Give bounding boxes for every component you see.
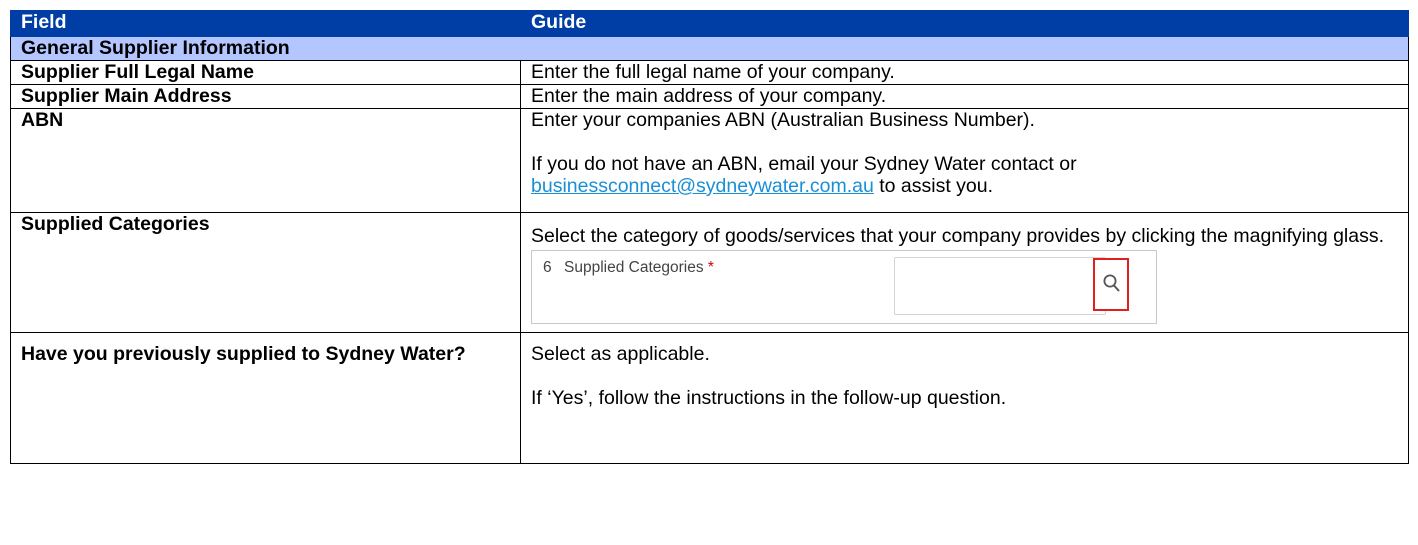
document-page: Field Guide General Supplier Information… [0,0,1418,545]
email-link[interactable]: businessconnect@sydneywater.com.au [531,175,874,197]
required-mark: * [707,259,714,276]
categories-guide-text: Select the category of goods/services th… [531,225,1385,247]
guide-legal-name: Enter the full legal name of your compan… [520,60,1409,85]
table-header-row: Field Guide [10,10,1409,37]
field-legal-name: Supplier Full Legal Name [10,60,521,85]
previous-guide-line1: Select as applicable. [531,343,710,365]
section-row: General Supplier Information [10,36,1409,61]
guide-main-address: Enter the main address of your company. [520,84,1409,109]
form-snippet: 6 Supplied Categories * [531,250,1157,324]
supplier-guide-table: Field Guide General Supplier Information… [10,10,1409,464]
question-number: 6 [543,259,552,276]
categories-input[interactable] [894,257,1129,315]
table-row: Supplier Full Legal Name Enter the full … [10,60,1409,85]
previous-guide-line2: If ‘Yes’, follow the instructions in the… [531,387,1007,409]
question-label: Supplied Categories * [564,259,714,276]
field-abn: ABN [10,108,521,213]
guide-supplied-categories: Select the category of goods/services th… [520,212,1409,333]
abn-guide-line2: If you do not have an ABN, email your Sy… [531,153,1398,197]
section-title: General Supplier Information [10,36,1409,61]
field-main-address: Supplier Main Address [10,84,521,109]
abn-guide-text: If you do not have an ABN, email your Sy… [531,153,1077,175]
table-row: Have you previously supplied to Sydney W… [10,332,1409,464]
field-previously-supplied: Have you previously supplied to Sydney W… [10,332,521,464]
search-button[interactable] [1093,258,1129,311]
header-guide: Guide [520,10,1409,37]
guide-previously-supplied: Select as applicable. If ‘Yes’, follow t… [520,332,1409,464]
guide-abn: Enter your companies ABN (Australian Bus… [520,108,1409,213]
table-row: Supplied Categories Select the category … [10,212,1409,333]
search-icon [1103,274,1120,292]
table-row: Supplier Main Address Enter the main add… [10,84,1409,109]
header-field: Field [10,10,521,37]
abn-guide-text-end: to assist you. [873,175,994,197]
field-supplied-categories: Supplied Categories [10,212,521,333]
abn-guide-line1: Enter your companies ABN (Australian Bus… [531,109,1035,131]
table-row: ABN Enter your companies ABN (Australian… [10,108,1409,213]
